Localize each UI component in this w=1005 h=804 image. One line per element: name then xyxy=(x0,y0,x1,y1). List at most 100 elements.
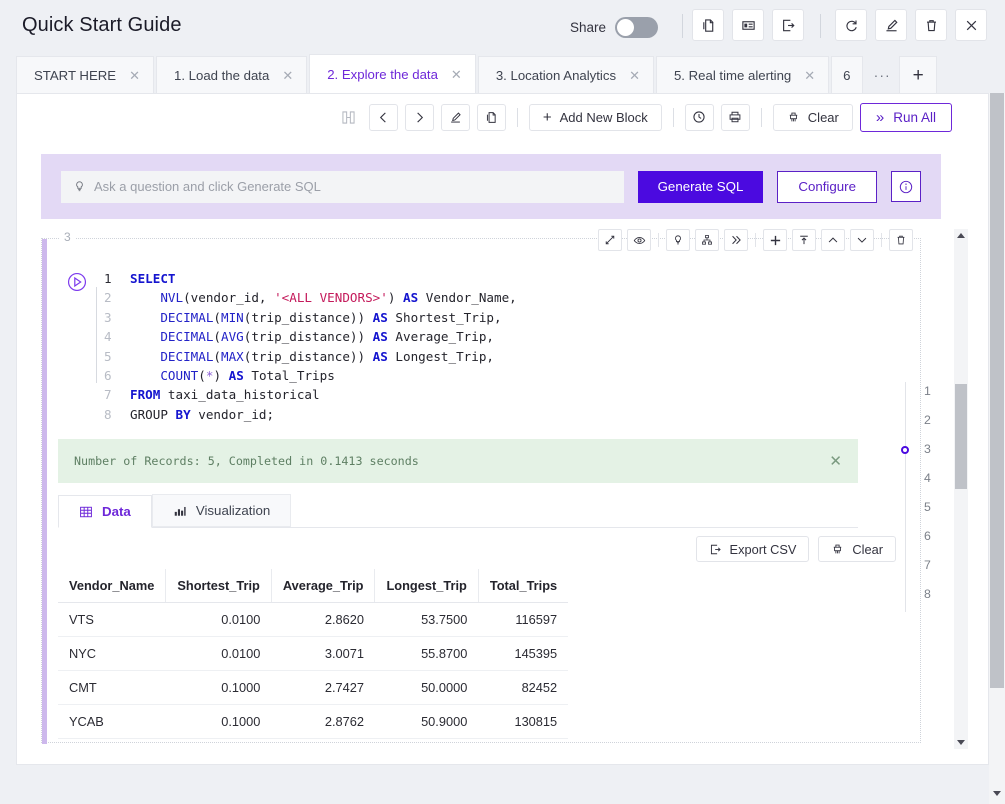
tab-label: 1. Load the data xyxy=(174,68,269,83)
run-block-button[interactable] xyxy=(724,229,748,251)
code-token: (vendor_id, xyxy=(183,290,274,305)
insert-top-icon-button[interactable] xyxy=(792,229,816,251)
code-token xyxy=(130,368,160,383)
add-block-button[interactable] xyxy=(763,229,787,251)
code-token: ( xyxy=(213,310,221,325)
eye-icon-button[interactable] xyxy=(627,229,651,251)
scroll-up-arrow-icon[interactable] xyxy=(957,233,965,238)
code-token: Average_Trip, xyxy=(388,329,494,344)
generate-sql-button[interactable]: Generate SQL xyxy=(638,171,764,203)
minimap-line-number[interactable]: 7 xyxy=(924,558,931,572)
code-token: AS xyxy=(229,368,244,383)
ai-question-input[interactable]: Ask a question and click Generate SQL xyxy=(61,171,624,203)
column-header[interactable]: Shortest_Trip xyxy=(166,569,272,603)
table-row[interactable]: NYC0.01003.007155.8700145395 xyxy=(58,637,568,671)
tab-visualization[interactable]: Visualization xyxy=(152,494,291,527)
clear-all-button[interactable]: Clear xyxy=(773,104,853,131)
collapse-all-icon[interactable] xyxy=(336,104,362,130)
refresh-icon-button[interactable] xyxy=(835,9,867,41)
tab-start-here[interactable]: START HERE ✕ xyxy=(16,56,154,94)
page-scroll-down-arrow-icon[interactable] xyxy=(993,791,1001,796)
code-line: 6 COUNT(*) AS Total_Trips xyxy=(104,366,517,385)
move-up-icon-button[interactable] xyxy=(821,229,845,251)
table-row[interactable]: YCAB0.10002.876250.9000130815 xyxy=(58,705,568,739)
minimap-line-number[interactable]: 8 xyxy=(924,587,931,601)
plus-icon: + xyxy=(543,109,552,126)
edit-icon-button[interactable] xyxy=(875,9,907,41)
minimap-line-number[interactable]: 2 xyxy=(924,413,931,427)
column-header[interactable]: Average_Trip xyxy=(271,569,375,603)
export-csv-button[interactable]: Export CSV xyxy=(696,536,810,562)
code-token xyxy=(130,349,160,364)
next-block-button[interactable] xyxy=(405,104,434,131)
minimap-marker-dot[interactable] xyxy=(901,446,909,454)
info-icon-button[interactable] xyxy=(891,171,921,202)
duplicate-icon-button[interactable] xyxy=(692,9,724,41)
add-tab-button[interactable]: + xyxy=(899,56,937,94)
add-new-block-button[interactable]: + Add New Block xyxy=(529,104,662,131)
block-scrollbar[interactable] xyxy=(954,229,968,749)
history-clock-icon-button[interactable] xyxy=(685,104,714,131)
table-row[interactable]: CMT0.10002.742750.000082452 xyxy=(58,671,568,705)
tab-close-icon[interactable]: ✕ xyxy=(282,69,293,82)
scroll-down-arrow-icon[interactable] xyxy=(957,740,965,745)
minimap-line-number[interactable]: 4 xyxy=(924,471,931,485)
minimap-line-number[interactable]: 6 xyxy=(924,529,931,543)
edit-icon-button[interactable] xyxy=(441,104,470,131)
card-view-icon-button[interactable] xyxy=(732,9,764,41)
table-row[interactable]: DDS0.10002.915846.00003584 xyxy=(58,739,568,750)
status-close-icon[interactable]: ✕ xyxy=(829,452,842,470)
move-down-icon-button[interactable] xyxy=(850,229,874,251)
delete-block-button[interactable] xyxy=(889,229,913,251)
tab-close-icon[interactable]: ✕ xyxy=(129,69,140,82)
page-scrollbar[interactable] xyxy=(989,93,1005,804)
previous-block-button[interactable] xyxy=(369,104,398,131)
trash-icon-button[interactable] xyxy=(915,9,947,41)
tab-real-time-alerting[interactable]: 5. Real time alerting ✕ xyxy=(656,56,829,94)
code-line: 5 DECIMAL(MAX(trip_distance)) AS Longest… xyxy=(104,347,517,366)
configure-button[interactable]: Configure xyxy=(777,171,877,203)
bar-chart-icon xyxy=(173,504,187,518)
column-header[interactable]: Longest_Trip xyxy=(375,569,478,603)
tab-close-icon[interactable]: ✕ xyxy=(804,69,815,82)
table-grid-icon xyxy=(79,505,93,519)
block-container: 3 xyxy=(41,229,959,749)
minimap-line-number[interactable]: 1 xyxy=(924,384,931,398)
code-token: vendor_id; xyxy=(191,407,274,422)
code-token: DECIMAL xyxy=(160,329,213,344)
table-row[interactable]: VTS0.01002.862053.7500116597 xyxy=(58,603,568,637)
print-icon-button[interactable] xyxy=(721,104,750,131)
export-icon-button[interactable] xyxy=(772,9,804,41)
tab-close-icon[interactable]: ✕ xyxy=(629,69,640,82)
minimap-line-number[interactable]: 5 xyxy=(924,500,931,514)
tab-overflow-button[interactable]: ··· xyxy=(865,56,899,94)
tab-load-the-data[interactable]: 1. Load the data ✕ xyxy=(156,56,307,94)
ai-assist-panel: Ask a question and click Generate SQL Ge… xyxy=(41,154,941,219)
column-header[interactable]: Total_Trips xyxy=(478,569,568,603)
share-toggle[interactable] xyxy=(615,17,658,38)
block-number: 3 xyxy=(60,230,75,244)
tab-six[interactable]: 6 xyxy=(831,56,863,94)
lightbulb-icon-button[interactable] xyxy=(666,229,690,251)
column-header[interactable]: Vendor_Name xyxy=(58,569,166,603)
expand-icon-button[interactable] xyxy=(598,229,622,251)
run-block-play-icon[interactable] xyxy=(66,271,88,293)
table-cell: YCAB xyxy=(58,705,166,739)
tab-close-icon[interactable]: ✕ xyxy=(451,68,462,81)
close-icon-button[interactable] xyxy=(955,9,987,41)
share-control[interactable]: Share xyxy=(570,17,658,38)
duplicate-icon-button[interactable] xyxy=(477,104,506,131)
minimap-line-number[interactable]: 3 xyxy=(924,442,931,456)
table-cell: NYC xyxy=(58,637,166,671)
hierarchy-icon-button[interactable] xyxy=(695,229,719,251)
page-scrollbar-thumb[interactable] xyxy=(990,93,1004,688)
sql-code-editor[interactable]: 1SELECT2 NVL(vendor_id, '<ALL VENDORS>')… xyxy=(104,269,517,424)
tab-explore-the-data[interactable]: 2. Explore the data ✕ xyxy=(309,54,476,94)
add-new-block-label: Add New Block xyxy=(560,110,648,125)
clear-results-button[interactable]: Clear xyxy=(818,536,896,562)
tab-location-analytics[interactable]: 3. Location Analytics ✕ xyxy=(478,56,654,94)
tab-data[interactable]: Data xyxy=(58,495,152,528)
block-scrollbar-thumb[interactable] xyxy=(955,384,967,489)
run-all-button[interactable]: » Run All xyxy=(860,103,952,132)
table-cell: 0.0100 xyxy=(166,603,272,637)
